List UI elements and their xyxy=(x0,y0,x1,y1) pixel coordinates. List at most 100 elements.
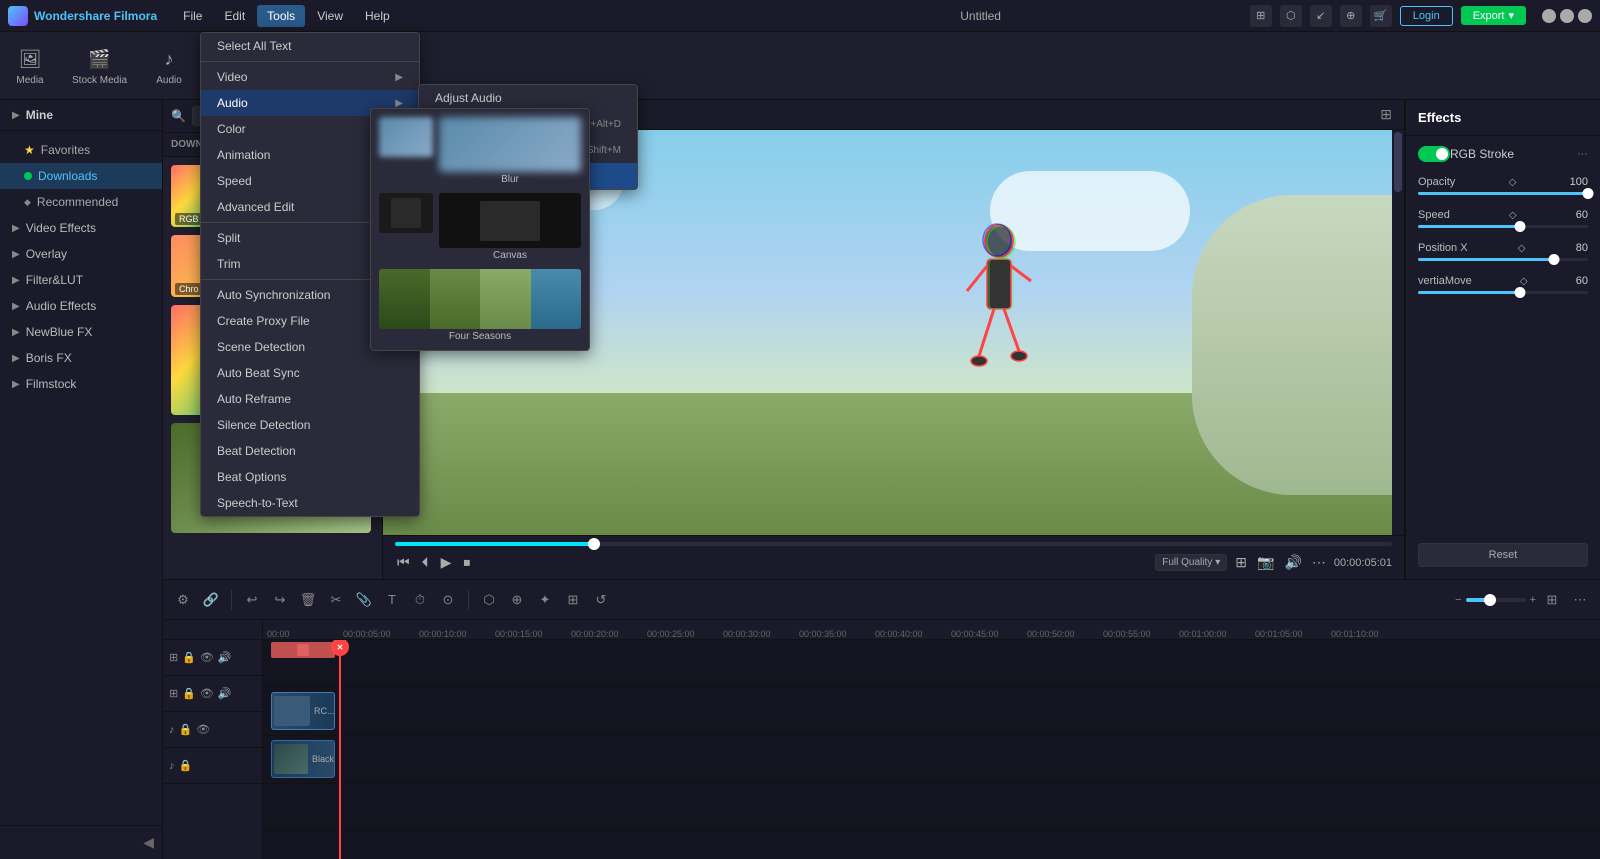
quality-button[interactable]: Full Quality ▾ xyxy=(1155,554,1227,571)
titlebar-icon5[interactable]: 🛒 xyxy=(1370,5,1392,27)
toolbar-media[interactable]: 🖼 Media xyxy=(8,41,52,90)
volume-btn[interactable]: 🔊 xyxy=(1282,552,1303,573)
tl-undo-btn[interactable]: ↩ xyxy=(240,588,264,612)
mine-header[interactable]: ▶ Mine xyxy=(0,100,162,131)
progress-thumb[interactable] xyxy=(588,538,600,550)
menu-edit[interactable]: Edit xyxy=(214,5,255,27)
media-item-tvwe[interactable]: TVwe xyxy=(269,165,359,227)
close-button[interactable] xyxy=(1578,9,1592,23)
play-button[interactable]: ▶ xyxy=(439,552,454,573)
rewind-button[interactable]: ⏮ xyxy=(395,552,412,573)
toolbar-templates[interactable]: 📋 Templates xyxy=(360,41,422,90)
prev-frame-button[interactable]: ⏴ xyxy=(420,552,431,573)
player-expand-btn[interactable]: ⊞ xyxy=(1380,106,1392,123)
tl-delete-btn[interactable]: 🗑 xyxy=(296,588,320,612)
minimize-button[interactable] xyxy=(1542,9,1556,23)
search-input[interactable] xyxy=(192,106,348,126)
toolbar-audio[interactable]: ♪ Audio xyxy=(147,41,191,90)
settings-btn[interactable]: ⋯ xyxy=(1310,552,1328,573)
vertia-move-thumb[interactable] xyxy=(1515,287,1526,298)
menu-help[interactable]: Help xyxy=(355,5,400,27)
sidebar-item-filter-lut[interactable]: ▶ Filter&LUT xyxy=(0,267,162,293)
stop-button[interactable]: ⏹ xyxy=(461,552,472,573)
position-x-slider[interactable] xyxy=(1418,258,1588,261)
opacity-thumb[interactable] xyxy=(1583,188,1594,199)
menu-view[interactable]: View xyxy=(307,5,353,27)
sidebar-item-newblue-fx[interactable]: ▶ NewBlue FX xyxy=(0,319,162,345)
sidebar-item-boris-fx[interactable]: ▶ Boris FX xyxy=(0,345,162,371)
sort-icon[interactable]: ⊞ xyxy=(354,109,364,123)
tl-split-btn[interactable]: ⊞ xyxy=(561,588,585,612)
zoom-slider[interactable] xyxy=(1466,598,1526,602)
titlebar-icon2[interactable]: ⬡ xyxy=(1280,5,1302,27)
sidebar-item-audio-effects[interactable]: ▶ Audio Effects xyxy=(0,293,162,319)
video-clip-1[interactable]: RC... xyxy=(271,692,335,730)
track3-lock[interactable]: 🔒 xyxy=(179,723,193,736)
position-x-thumb[interactable] xyxy=(1549,254,1560,265)
track2-eye[interactable]: 👁 xyxy=(200,687,214,700)
tl-magnet-btn[interactable]: ⊕ xyxy=(505,588,529,612)
media-item-large2[interactable] xyxy=(171,423,371,533)
fullscreen-btn[interactable]: ⊞ xyxy=(1233,552,1249,573)
speed-slider[interactable] xyxy=(1418,225,1588,228)
more-icon[interactable]: ··· xyxy=(370,109,382,123)
media-item-rgb[interactable]: RGB xyxy=(171,165,261,227)
maximize-button[interactable] xyxy=(1560,9,1574,23)
speed-thumb[interactable] xyxy=(1515,221,1526,232)
sidebar-item-downloads[interactable]: Downloads xyxy=(0,163,162,189)
tl-clip-btn[interactable]: 📎 xyxy=(352,588,376,612)
video-clip-2[interactable]: Black... xyxy=(271,740,335,778)
tl-link-btn[interactable]: 🔗 xyxy=(199,588,223,612)
rgb-stroke-toggle[interactable] xyxy=(1418,146,1450,162)
track2-audio[interactable]: 🔊 xyxy=(218,687,232,700)
collapse-icon[interactable]: ◀ xyxy=(143,834,154,851)
titlebar-icon1[interactable]: ⊞ xyxy=(1250,5,1272,27)
vertia-move-slider[interactable] xyxy=(1418,291,1588,294)
track3-eye[interactable]: 👁 xyxy=(196,723,210,736)
toolbar-markers[interactable]: 📍 Markers xyxy=(296,41,348,90)
tl-more-btn[interactable]: ⋯ xyxy=(1568,588,1592,612)
menu-file[interactable]: File xyxy=(173,5,212,27)
speed-keyframe[interactable]: ◇ xyxy=(1509,210,1517,221)
toolbar-stickers[interactable]: 😊 Stickers xyxy=(232,41,284,90)
vertia-move-keyframe[interactable]: ◇ xyxy=(1520,276,1528,287)
titlebar-icon4[interactable]: ⊕ xyxy=(1340,5,1362,27)
tl-loop-btn[interactable]: ↺ xyxy=(589,588,613,612)
sidebar-item-overlay[interactable]: ▶ Overlay xyxy=(0,241,162,267)
track4-lock[interactable]: 🔒 xyxy=(179,759,193,772)
opacity-keyframe[interactable]: ◇ xyxy=(1509,177,1517,188)
media-item-large1[interactable] xyxy=(171,305,371,415)
tl-grid-btn[interactable]: ⊞ xyxy=(1540,588,1564,612)
player-progress-bar[interactable] xyxy=(395,542,1392,546)
track1-eye[interactable]: 👁 xyxy=(200,651,214,664)
tl-fx-btn[interactable]: ✦ xyxy=(533,588,557,612)
sidebar-collapse[interactable]: ◀ xyxy=(0,825,162,859)
snapshot-btn[interactable]: 📷 xyxy=(1255,552,1276,573)
effect-clip[interactable] xyxy=(271,642,335,658)
opacity-slider[interactable] xyxy=(1418,192,1588,195)
track1-audio[interactable]: 🔊 xyxy=(218,651,232,664)
titlebar-icon3[interactable]: ↙ xyxy=(1310,5,1332,27)
tl-cut-btn[interactable]: ✂ xyxy=(324,588,348,612)
menu-tools[interactable]: Tools xyxy=(257,5,305,27)
sidebar-item-recommended[interactable]: ◆ Recommended xyxy=(0,189,162,215)
export-button[interactable]: Export ▾ xyxy=(1461,6,1526,25)
position-x-keyframe[interactable]: ◇ xyxy=(1518,243,1526,254)
toolbar-stock-media[interactable]: 🎬 Stock Media xyxy=(64,41,135,90)
tl-redo-btn[interactable]: ↪ xyxy=(268,588,292,612)
tl-select-btn[interactable]: ⬡ xyxy=(477,588,501,612)
tl-text-btn[interactable]: T xyxy=(380,588,404,612)
media-item-chro[interactable]: Chro xyxy=(171,235,261,297)
rgb-stroke-menu[interactable]: ··· xyxy=(1577,148,1588,160)
track1-lock[interactable]: 🔒 xyxy=(182,651,196,664)
sidebar-item-filmstock[interactable]: ▶ Filmstock xyxy=(0,371,162,397)
sidebar-item-favorites[interactable]: ★ Favorites xyxy=(0,137,162,163)
tl-circle-btn[interactable]: ⊙ xyxy=(436,588,460,612)
login-button[interactable]: Login xyxy=(1400,6,1453,26)
reset-button[interactable]: Reset xyxy=(1418,543,1588,567)
tl-duration-btn[interactable]: ⏱ xyxy=(408,588,432,612)
sidebar-item-video-effects[interactable]: ▶ Video Effects xyxy=(0,215,162,241)
player-scrollbar[interactable] xyxy=(1392,130,1404,535)
tl-settings-btn[interactable]: ⚙ xyxy=(171,588,195,612)
zoom-thumb[interactable] xyxy=(1484,594,1496,606)
